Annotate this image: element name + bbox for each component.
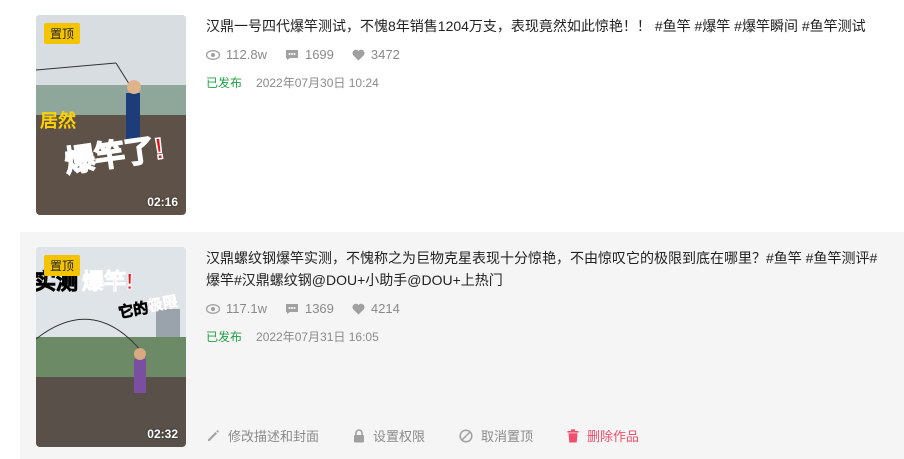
svg-text:居然: 居然 xyxy=(40,110,76,131)
publish-status: 已发布 xyxy=(206,330,243,344)
lock-icon xyxy=(354,428,365,442)
views-count: 112.8w xyxy=(226,47,267,62)
edit-description-cover-button[interactable]: 修改描述和封面 xyxy=(206,426,319,445)
permission-label: 设置权限 xyxy=(373,429,426,444)
ban-icon xyxy=(459,428,473,443)
views-stat: 112.8w xyxy=(206,47,267,62)
video-stats: 112.8w 1699 3472 xyxy=(206,47,888,62)
eye-icon xyxy=(206,303,220,314)
pencil-icon xyxy=(208,429,219,441)
publish-date: 2022年07月30日 10:24 xyxy=(256,76,379,90)
video-thumbnail[interactable]: 实测 爆竿! 它的 极限 置顶 02:32 xyxy=(36,247,186,447)
thumbnail-image: 居然 爆竿了! xyxy=(36,15,186,215)
video-item: 居然 爆竿了! 置顶 02:16 汉鼎一号四代爆竿测试，不愧8年销售1204万支… xyxy=(20,0,904,230)
video-duration: 02:32 xyxy=(147,427,178,441)
comments-stat: 1699 xyxy=(285,47,334,62)
publish-status: 已发布 xyxy=(206,76,243,90)
trash-icon xyxy=(567,428,579,442)
delete-video-button[interactable]: 删除作品 xyxy=(567,426,639,445)
edit-label: 修改描述和封面 xyxy=(228,429,320,444)
likes-stat: 3472 xyxy=(352,47,400,62)
comment-icon xyxy=(285,49,298,60)
likes-stat: 4214 xyxy=(352,301,400,316)
video-info: 汉鼎螺纹钢爆竿实测，不愧称之为巨物克星表现十分惊艳，不由惊叹它的极限到底在哪里？… xyxy=(206,247,888,345)
svg-text:爆竿!: 爆竿! xyxy=(82,269,133,294)
unpin-button[interactable]: 取消置顶 xyxy=(459,426,533,445)
video-thumbnail[interactable]: 居然 爆竿了! 置顶 02:16 xyxy=(36,15,186,215)
thumbnail-image: 实测 爆竿! 它的 极限 xyxy=(36,247,186,447)
video-description[interactable]: 汉鼎一号四代爆竿测试，不愧8年销售1204万支，表现竟然如此惊艳！！ #鱼竿 #… xyxy=(206,15,886,37)
video-item: 实测 爆竿! 它的 极限 置顶 02:32 汉鼎螺纹钢爆竿实测，不愧称之为巨物克… xyxy=(20,232,904,459)
delete-label: 删除作品 xyxy=(587,429,640,444)
views-stat: 117.1w xyxy=(206,301,267,316)
set-permission-button[interactable]: 设置权限 xyxy=(353,426,425,445)
video-description[interactable]: 汉鼎螺纹钢爆竿实测，不愧称之为巨物克星表现十分惊艳，不由惊叹它的极限到底在哪里？… xyxy=(206,247,886,291)
video-duration: 02:16 xyxy=(147,195,178,209)
video-info: 汉鼎一号四代爆竿测试，不愧8年销售1204万支，表现竟然如此惊艳！！ #鱼竿 #… xyxy=(206,15,888,91)
unpin-label: 取消置顶 xyxy=(481,429,534,444)
heart-icon xyxy=(352,303,365,314)
heart-icon xyxy=(352,49,365,60)
likes-count: 3472 xyxy=(370,47,400,62)
comments-count: 1369 xyxy=(304,301,334,316)
video-stats: 117.1w 1369 4214 xyxy=(206,301,888,316)
likes-count: 4214 xyxy=(370,301,400,316)
eye-icon xyxy=(206,49,220,60)
video-meta: 已发布 2022年07月31日 16:05 xyxy=(206,328,888,345)
video-meta: 已发布 2022年07月30日 10:24 xyxy=(206,74,888,91)
comments-count: 1699 xyxy=(304,47,334,62)
views-count: 117.1w xyxy=(226,301,267,316)
pin-badge: 置顶 xyxy=(44,255,81,276)
comments-stat: 1369 xyxy=(285,301,334,316)
comment-icon xyxy=(285,303,298,314)
pin-badge: 置顶 xyxy=(44,23,81,44)
publish-date: 2022年07月31日 16:05 xyxy=(256,330,379,344)
video-actions: 修改描述和封面 设置权限 取消置顶 删除作品 xyxy=(206,426,673,445)
